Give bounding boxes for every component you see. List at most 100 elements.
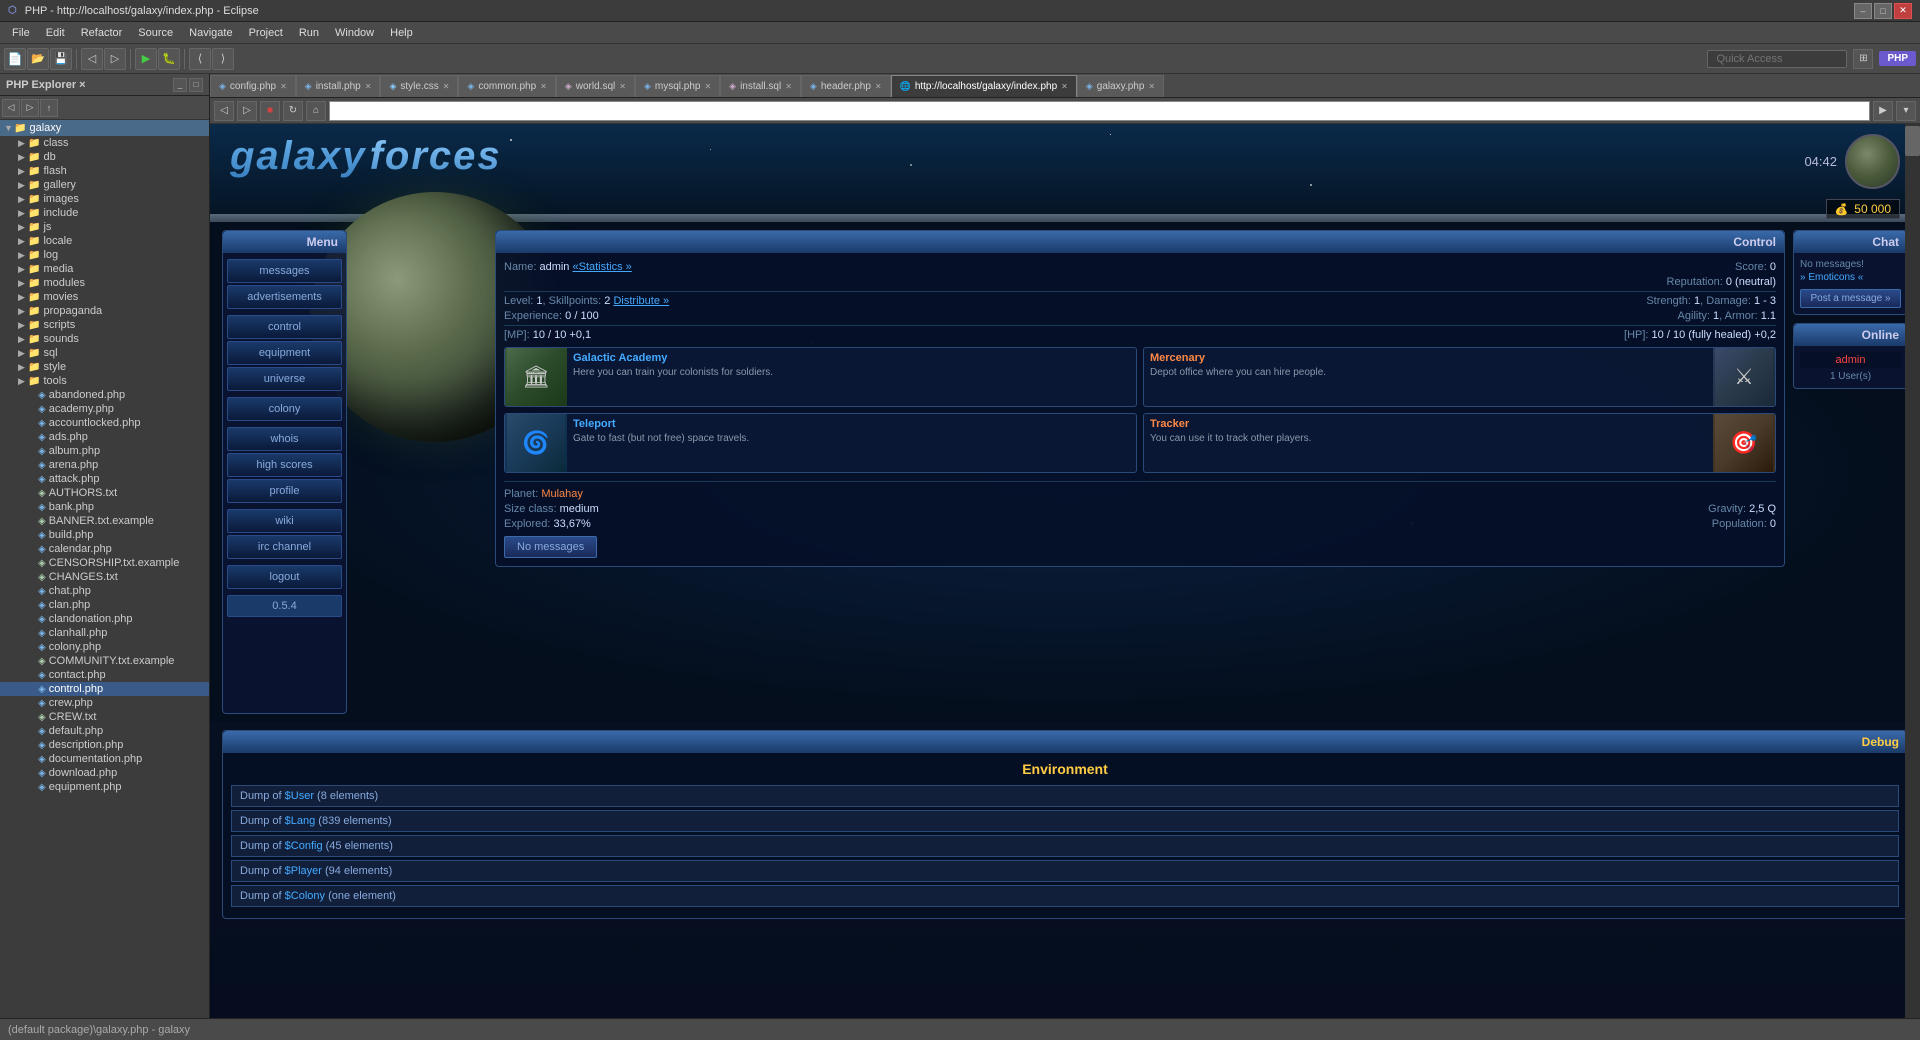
tree-file-censorship[interactable]: ◈ CENSORSHIP.txt.example — [0, 556, 209, 570]
toolbar-extra1[interactable]: ⟨ — [189, 48, 211, 70]
tab-galaxy-php-close[interactable]: ✕ — [1148, 82, 1155, 91]
tree-item-include[interactable]: ▶ 📁 include — [0, 206, 209, 220]
tree-item-style[interactable]: ▶ 📁 style — [0, 360, 209, 374]
tree-file-default[interactable]: ◈ default.php — [0, 724, 209, 738]
toolbar-back[interactable]: ◁ — [81, 48, 103, 70]
tree-file-clan[interactable]: ◈ clan.php — [0, 598, 209, 612]
tab-installsql[interactable]: ◈ install.sql ✕ — [720, 75, 801, 97]
tab-worldsql-close[interactable]: ✕ — [619, 82, 626, 91]
tab-mysql[interactable]: ◈ mysql.php ✕ — [635, 75, 720, 97]
tree-file-download[interactable]: ◈ download.php — [0, 766, 209, 780]
toolbar-forward[interactable]: ▷ — [104, 48, 126, 70]
tree-file-contact[interactable]: ◈ contact.php — [0, 668, 209, 682]
menu-file[interactable]: File — [4, 25, 38, 41]
tab-worldsql[interactable]: ◈ world.sql ✕ — [556, 75, 635, 97]
debug-item-user[interactable]: Dump of $User (8 elements) — [231, 785, 1899, 807]
tree-file-calendar[interactable]: ◈ calendar.php — [0, 542, 209, 556]
menu-refactor[interactable]: Refactor — [73, 25, 131, 41]
player-stats-link[interactable]: «Statistics » — [573, 261, 632, 273]
menu-item-irc[interactable]: irc channel — [227, 535, 342, 559]
tree-item-scripts[interactable]: ▶ 📁 scripts — [0, 318, 209, 332]
tree-item-images[interactable]: ▶ 📁 images — [0, 192, 209, 206]
tree-item-db[interactable]: ▶ 📁 db — [0, 150, 209, 164]
tab-header[interactable]: ◈ header.php ✕ — [801, 75, 891, 97]
menu-edit[interactable]: Edit — [38, 25, 73, 41]
tab-galaxy-index-close[interactable]: ✕ — [1061, 82, 1068, 91]
tree-file-crewtxt[interactable]: ◈ CREW.txt — [0, 710, 209, 724]
menu-project[interactable]: Project — [241, 25, 291, 41]
tree-file-description[interactable]: ◈ description.php — [0, 738, 209, 752]
tree-item-locale[interactable]: ▶ 📁 locale — [0, 234, 209, 248]
tab-mysql-close[interactable]: ✕ — [704, 82, 711, 91]
browser-go[interactable]: ▶ — [1873, 101, 1893, 121]
quick-access-input[interactable] — [1707, 50, 1847, 68]
tab-style-close[interactable]: ✕ — [443, 82, 450, 91]
tree-item-flash[interactable]: ▶ 📁 flash — [0, 164, 209, 178]
explorer-up[interactable]: ↑ — [40, 99, 58, 117]
tab-header-close[interactable]: ✕ — [875, 82, 882, 91]
tree-file-build[interactable]: ◈ build.php — [0, 528, 209, 542]
toolbar-new[interactable]: 📄 — [4, 48, 26, 70]
feature-card-academy[interactable]: 🏛 Galactic Academy Here you can train yo… — [504, 347, 1137, 407]
explorer-maximize[interactable]: □ — [189, 78, 203, 92]
tab-config[interactable]: ◈ config.php ✕ — [210, 75, 296, 97]
tab-installsql-close[interactable]: ✕ — [785, 82, 792, 91]
tab-common[interactable]: ◈ common.php ✕ — [458, 75, 555, 97]
tree-item-sounds[interactable]: ▶ 📁 sounds — [0, 332, 209, 346]
menu-item-universe[interactable]: universe — [227, 367, 342, 391]
menu-item-control[interactable]: control — [227, 315, 342, 339]
minimize-button[interactable]: – — [1854, 3, 1872, 19]
tree-item-modules[interactable]: ▶ 📁 modules — [0, 276, 209, 290]
explorer-minimize[interactable]: _ — [173, 78, 187, 92]
menu-item-messages[interactable]: messages — [227, 259, 342, 283]
no-messages-button[interactable]: No messages — [504, 536, 597, 558]
tree-file-authors[interactable]: ◈ AUTHORS.txt — [0, 486, 209, 500]
browser-stop[interactable]: ■ — [260, 101, 280, 121]
tree-item-log[interactable]: ▶ 📁 log — [0, 248, 209, 262]
menu-source[interactable]: Source — [130, 25, 181, 41]
tab-common-close[interactable]: ✕ — [540, 82, 547, 91]
tree-file-clandonation[interactable]: ◈ clandonation.php — [0, 612, 209, 626]
tree-file-chat[interactable]: ◈ chat.php — [0, 584, 209, 598]
tree-file-attack[interactable]: ◈ attack.php — [0, 472, 209, 486]
tree-item-tools[interactable]: ▶ 📁 tools — [0, 374, 209, 388]
menu-item-profile[interactable]: profile — [227, 479, 342, 503]
tree-file-control[interactable]: ◈ control.php — [0, 682, 209, 696]
tree-file-equipment[interactable]: ◈ equipment.php — [0, 780, 209, 794]
tree-file-album[interactable]: ◈ album.php — [0, 444, 209, 458]
tree-file-abandoned[interactable]: ◈ abandoned.php — [0, 388, 209, 402]
close-button[interactable]: ✕ — [1894, 3, 1912, 19]
debug-item-config[interactable]: Dump of $Config (45 elements) — [231, 835, 1899, 857]
chat-emoticons-link[interactable]: » Emoticons « — [1800, 272, 1901, 283]
distribute-link[interactable]: Distribute » — [613, 295, 669, 307]
tree-file-accountlocked[interactable]: ◈ accountlocked.php — [0, 416, 209, 430]
tree-item-movies[interactable]: ▶ 📁 movies — [0, 290, 209, 304]
menu-item-advertisements[interactable]: advertisements — [227, 285, 342, 309]
post-message-button[interactable]: Post a message » — [1800, 289, 1901, 308]
menu-window[interactable]: Window — [327, 25, 382, 41]
tree-item-galaxy[interactable]: ▼ 📁 galaxy — [0, 120, 209, 136]
debug-item-lang[interactable]: Dump of $Lang (839 elements) — [231, 810, 1899, 832]
toolbar-extra2[interactable]: ⟩ — [212, 48, 234, 70]
tree-item-sql[interactable]: ▶ 📁 sql — [0, 346, 209, 360]
menu-item-logout[interactable]: logout — [227, 565, 342, 589]
tree-item-propaganda[interactable]: ▶ 📁 propaganda — [0, 304, 209, 318]
address-bar-input[interactable]: http://localhost/galaxy/control.php — [329, 101, 1870, 121]
tree-item-class[interactable]: ▶ 📁 class — [0, 136, 209, 150]
tree-file-arena[interactable]: ◈ arena.php — [0, 458, 209, 472]
toolbar-debug[interactable]: 🐛 — [158, 48, 180, 70]
browser-dropdown[interactable]: ▾ — [1896, 101, 1916, 121]
browser-back[interactable]: ◁ — [214, 101, 234, 121]
toolbar-open[interactable]: 📂 — [27, 48, 49, 70]
feature-card-teleport[interactable]: 🌀 Teleport Gate to fast (but not free) s… — [504, 413, 1137, 473]
browser-home[interactable]: ⌂ — [306, 101, 326, 121]
tree-file-documentation[interactable]: ◈ documentation.php — [0, 752, 209, 766]
feature-card-tracker[interactable]: Tracker You can use it to track other pl… — [1143, 413, 1776, 473]
menu-item-wiki[interactable]: wiki — [227, 509, 342, 533]
menu-help[interactable]: Help — [382, 25, 421, 41]
tree-file-bank[interactable]: ◈ bank.php — [0, 500, 209, 514]
menu-run[interactable]: Run — [291, 25, 327, 41]
tree-file-clanhall[interactable]: ◈ clanhall.php — [0, 626, 209, 640]
debug-item-player[interactable]: Dump of $Player (94 elements) — [231, 860, 1899, 882]
tab-style[interactable]: ◈ style.css ✕ — [380, 75, 458, 97]
